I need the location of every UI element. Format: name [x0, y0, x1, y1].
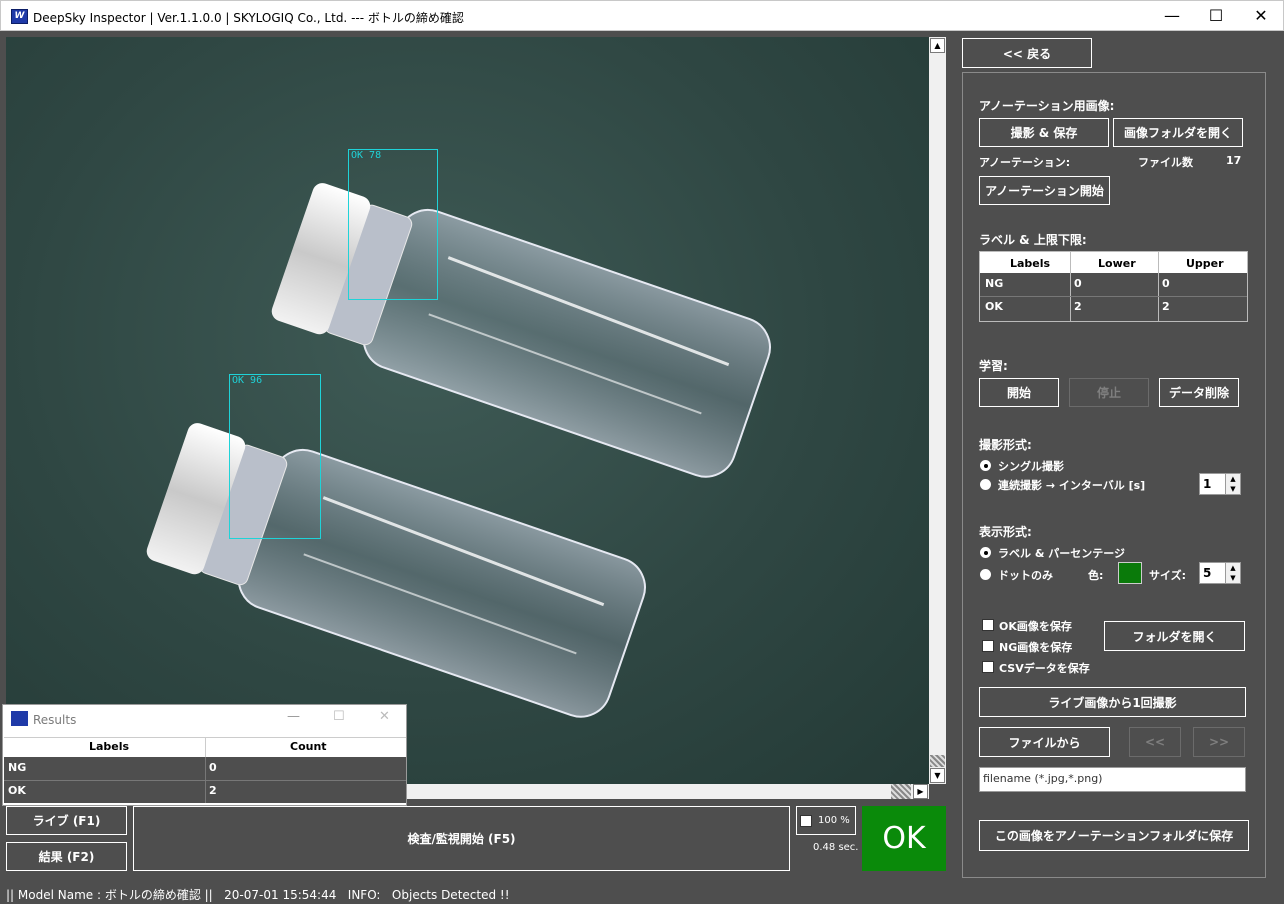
maximize-icon[interactable]: ☐: [333, 709, 345, 724]
single-capture-label: シングル撮影: [998, 460, 1064, 473]
detection-label: OK 96: [232, 375, 263, 386]
section-display-mode: 表示形式:: [979, 525, 1032, 539]
label-percent-radio[interactable]: [980, 547, 991, 558]
column-header-upper: Upper: [1186, 257, 1224, 270]
results-title: Results: [33, 713, 77, 727]
spin-up-icon[interactable]: ▲: [1225, 474, 1240, 484]
detection-box: OK 96: [229, 374, 321, 539]
table-row-label: NG: [985, 277, 1004, 290]
table-row-count: 0: [209, 761, 217, 774]
dots-only-label: ドットのみ: [998, 569, 1053, 582]
save-ng-checkbox[interactable]: [982, 640, 994, 652]
image-viewer[interactable]: OK 78 OK 96: [6, 37, 929, 784]
column-header-count: Count: [290, 740, 327, 753]
start-annotation-button[interactable]: アノーテーション開始: [979, 176, 1110, 205]
save-ok-label: OK画像を保存: [999, 620, 1072, 633]
continuous-capture-radio[interactable]: [980, 479, 991, 490]
spin-down-icon[interactable]: ▼: [1225, 484, 1240, 494]
start-inspection-button[interactable]: 検査/監視開始 (F5): [133, 806, 790, 871]
detection-label: OK 78: [351, 150, 382, 161]
detection-box: OK 78: [348, 149, 438, 300]
minimize-button[interactable]: —: [1149, 1, 1195, 31]
section-capture-mode: 撮影形式:: [979, 438, 1032, 452]
zoom-label: 100 %: [818, 815, 850, 826]
scroll-thumb[interactable]: [930, 755, 945, 767]
open-image-folder-button[interactable]: 画像フォルダを開く: [1113, 118, 1243, 147]
continuous-capture-label: 連続撮影 → インターバル [s]: [998, 479, 1146, 492]
from-file-button[interactable]: ファイルから: [979, 727, 1110, 757]
scroll-down-icon[interactable]: ▼: [930, 768, 945, 783]
open-folder-button[interactable]: フォルダを開く: [1104, 621, 1245, 651]
label-percent-label: ラベル & パーセンテージ: [998, 547, 1126, 560]
elapsed-time: 0.48 sec.: [813, 842, 859, 853]
bottle-image: [146, 183, 771, 718]
column-header-labels: Labels: [89, 740, 130, 753]
spin-down-icon[interactable]: ▼: [1225, 573, 1240, 583]
dots-only-radio[interactable]: [980, 569, 991, 580]
back-button[interactable]: << 戻る: [962, 38, 1092, 68]
table-row-count: 2: [209, 784, 217, 797]
spin-up-icon[interactable]: ▲: [1225, 563, 1240, 573]
table-row-label: OK: [985, 300, 1003, 313]
app-logo-icon: [11, 711, 28, 726]
title-bar: W DeepSky Inspector | Ver.1.1.0.0 | SKYL…: [0, 0, 1284, 31]
save-csv-checkbox[interactable]: [982, 661, 994, 673]
annotation-label: アノーテーション:: [979, 156, 1071, 169]
close-icon[interactable]: ✕: [379, 709, 390, 724]
results-window[interactable]: Results — ☐ ✕ Labels Count NG 0 OK 2: [2, 704, 407, 806]
scroll-up-icon[interactable]: ▲: [930, 38, 945, 53]
table-row-upper[interactable]: 2: [1162, 300, 1170, 313]
file-count-value: 17: [1226, 154, 1242, 167]
column-header-lower: Lower: [1098, 257, 1136, 270]
section-annotation-image: アノーテーション用画像:: [979, 99, 1115, 113]
section-learning: 学習:: [979, 359, 1008, 373]
limits-table[interactable]: Labels Lower Upper NG 0 0 OK 2 2: [979, 251, 1248, 322]
size-stepper[interactable]: 5 ▲ ▼: [1199, 562, 1241, 584]
save-ng-label: NG画像を保存: [999, 641, 1073, 654]
maximize-button[interactable]: ☐: [1193, 1, 1239, 31]
save-ok-checkbox[interactable]: [982, 619, 994, 631]
interval-value[interactable]: 1: [1203, 477, 1211, 491]
table-row-label: OK: [8, 784, 26, 797]
delete-data-button[interactable]: データ削除: [1159, 378, 1239, 407]
minimize-icon[interactable]: —: [287, 709, 300, 724]
size-value[interactable]: 5: [1203, 566, 1211, 580]
table-row-upper[interactable]: 0: [1162, 277, 1170, 290]
learn-start-button[interactable]: 開始: [979, 378, 1059, 407]
scroll-thumb[interactable]: [891, 784, 911, 799]
interval-stepper[interactable]: 1 ▲ ▼: [1199, 473, 1241, 495]
color-label: 色:: [1088, 569, 1104, 582]
save-csv-label: CSVデータを保存: [999, 662, 1090, 675]
table-row-label: NG: [8, 761, 27, 774]
table-row-lower[interactable]: 0: [1074, 277, 1082, 290]
section-label-limits: ラベル & 上限下限:: [979, 233, 1087, 247]
table-row-lower[interactable]: 2: [1074, 300, 1082, 313]
single-capture-radio[interactable]: [980, 460, 991, 471]
learn-stop-button[interactable]: 停止: [1069, 378, 1149, 407]
scroll-right-icon[interactable]: ▶: [913, 784, 928, 799]
dot-color-swatch[interactable]: [1118, 562, 1142, 584]
verdict-indicator: OK: [862, 806, 946, 871]
next-image-button[interactable]: >>: [1193, 727, 1245, 757]
close-button[interactable]: ✕: [1238, 1, 1284, 31]
capture-from-live-button[interactable]: ライブ画像から1回撮影: [979, 687, 1246, 717]
vertical-scrollbar[interactable]: ▲ ▼: [929, 37, 946, 784]
prev-image-button[interactable]: <<: [1129, 727, 1181, 757]
save-to-annotation-folder-button[interactable]: この画像をアノーテーションフォルダに保存: [979, 820, 1249, 851]
column-header-labels: Labels: [1010, 257, 1051, 270]
live-button[interactable]: ライブ (F1): [6, 806, 127, 835]
file-count-label: ファイル数: [1138, 156, 1193, 169]
zoom-toggle[interactable]: 100 %: [796, 806, 856, 835]
window-title: DeepSky Inspector | Ver.1.1.0.0 | SKYLOG…: [33, 11, 464, 25]
size-label: サイズ:: [1149, 569, 1187, 582]
status-text: || Model Name : ボトルの締め確認 || 20-07-01 15:…: [6, 888, 510, 902]
app-logo-icon: W: [11, 9, 28, 24]
zoom-checkbox[interactable]: [800, 815, 812, 827]
capture-save-button[interactable]: 撮影 & 保存: [979, 118, 1109, 147]
status-bar: || Model Name : ボトルの締め確認 || 20-07-01 15:…: [0, 882, 1284, 904]
filename-field[interactable]: filename (*.jpg,*.png): [979, 767, 1246, 792]
results-button[interactable]: 結果 (F2): [6, 842, 127, 871]
